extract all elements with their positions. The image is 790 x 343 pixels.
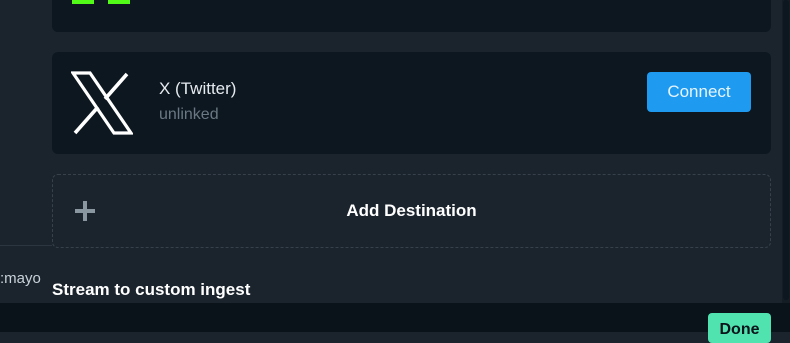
add-destination-button[interactable]: Add Destination bbox=[52, 174, 771, 248]
brand-logo-fragment bbox=[72, 0, 94, 4]
destination-status: unlinked bbox=[159, 106, 219, 123]
sidebar-text-fragment: :mayo bbox=[0, 270, 41, 287]
connect-button[interactable]: Connect bbox=[647, 72, 751, 112]
brand-logo-fragment bbox=[108, 0, 130, 4]
footer-bar: Done bbox=[0, 303, 790, 343]
destination-name: X (Twitter) bbox=[159, 79, 237, 98]
scrollbar-thumb[interactable] bbox=[783, 0, 789, 300]
done-button[interactable]: Done bbox=[708, 313, 771, 343]
left-panel bbox=[0, 0, 52, 245]
destination-card-partial bbox=[52, 0, 771, 32]
scrollbar[interactable] bbox=[782, 0, 790, 303]
add-destination-label: Add Destination bbox=[346, 201, 477, 220]
section-heading: Stream to custom ingest bbox=[52, 280, 251, 299]
x-logo-icon bbox=[69, 71, 135, 135]
destination-card-x: X (Twitter) unlinked Connect bbox=[52, 52, 771, 154]
